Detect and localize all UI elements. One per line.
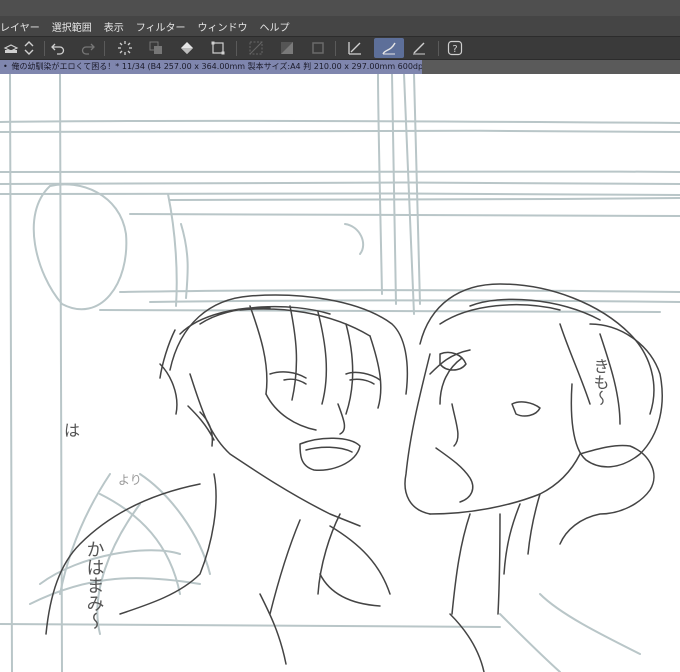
document-tab-label: 俺の幼馴染がエロくて困る！* 11/34 (B4 257.00 x 364.00… [11,62,422,71]
copy-icon[interactable] [145,38,167,58]
redo-icon[interactable] [77,38,99,58]
toolbar-divider [335,41,336,56]
menu-view[interactable]: 表示 [98,19,130,34]
drawing-canvas[interactable]: は より かはまみ〜 きも〜 [0,74,680,672]
hide-selection-icon[interactable] [245,38,267,58]
menu-help[interactable]: ヘルプ [254,19,296,34]
toolbar-divider [236,41,237,56]
undo-icon[interactable] [47,38,69,58]
pen-line-icon[interactable] [408,38,430,58]
pen-curve-icon[interactable] [374,38,404,58]
toolbar-divider [44,41,45,56]
square-icon[interactable] [307,38,329,58]
annotation-yori: より [118,473,142,487]
command-toolbar: ? [0,36,680,60]
sketch-artwork: は より かはまみ〜 きも〜 [0,74,680,672]
toolbar-divider [438,41,439,56]
svg-text:?: ? [452,44,457,55]
fill-bucket-icon[interactable] [176,38,198,58]
ruler-snap-icon[interactable] [344,38,366,58]
clear-spinner-icon[interactable] [114,38,136,58]
annotation-ha: は [64,421,80,440]
menu-window[interactable]: ウィンドウ [192,19,254,34]
menu-layer[interactable]: レイヤー [0,19,46,34]
gradient-icon[interactable] [276,38,298,58]
menu-bar: レイヤー 選択範囲 表示 フィルター ウィンドウ ヘルプ [0,16,680,36]
up-down-arrows-icon[interactable] [18,38,40,58]
title-bar [0,0,680,16]
annotation-kahamami: かはまみ〜 [84,540,105,630]
annotation-kimo: きも〜 [591,358,610,406]
document-tab[interactable]: • 俺の幼馴染がエロくて困る！* 11/34 (B4 257.00 x 364.… [0,60,422,74]
menu-filter[interactable]: フィルター [130,19,192,34]
transform-icon[interactable] [207,38,229,58]
help-icon[interactable]: ? [444,38,466,58]
sketch-annotations: は より かはまみ〜 きも〜 [64,358,610,630]
toolbar-divider [104,41,105,56]
menu-selection[interactable]: 選択範囲 [46,19,98,34]
tab-status-dot: • [3,62,8,71]
document-tab-bar: • 俺の幼馴染がエロくて困る！* 11/34 (B4 257.00 x 364.… [0,60,680,74]
